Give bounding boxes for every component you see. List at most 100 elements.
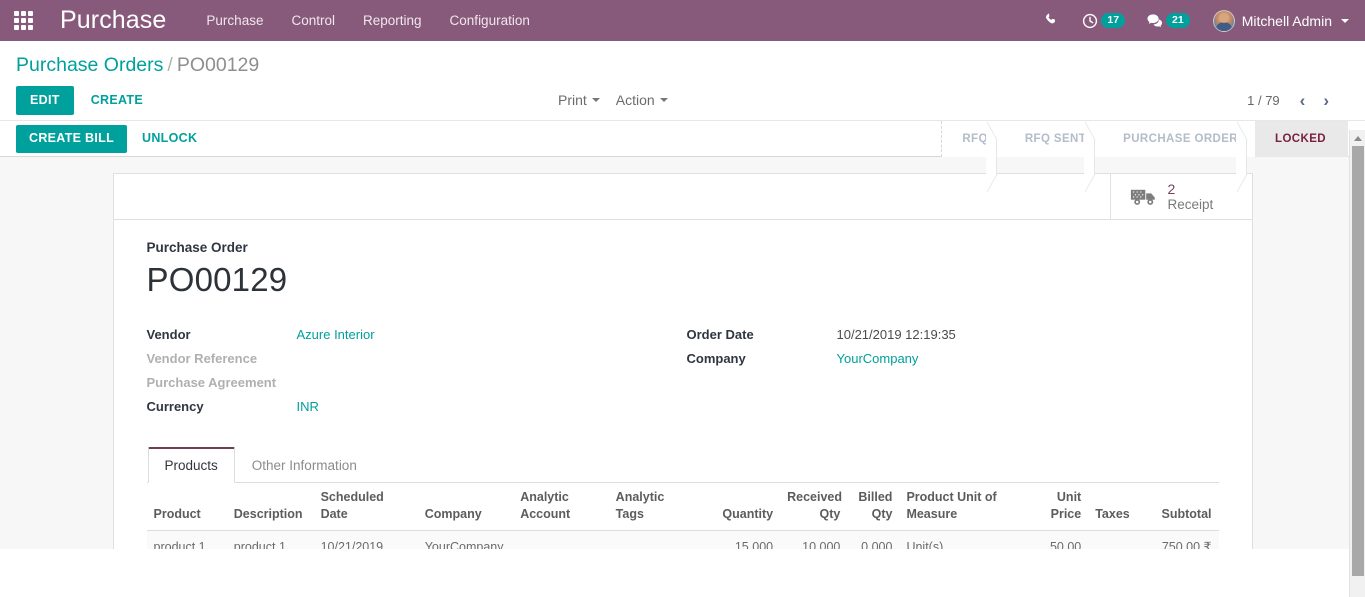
field-order-date: Order Date 10/21/2019 12:19:35 [687, 325, 1219, 349]
create-button[interactable]: CREATE [79, 86, 155, 115]
status-step-rfq[interactable]: RFQ [942, 121, 1005, 193]
control-panel-buttons: EDIT CREATE Print Action 1 / 79 ‹ › [16, 80, 1349, 120]
column-header-taxes: Taxes [1088, 483, 1141, 531]
form-title-label: Purchase Order [146, 240, 248, 255]
field-company: Company YourCompany [687, 349, 1219, 373]
messages-button[interactable]: 21 [1136, 0, 1201, 41]
tab-products[interactable]: Products [147, 447, 235, 483]
receipt-label: Receipt [1167, 196, 1214, 212]
phone-button[interactable] [1034, 0, 1071, 41]
menu-item-control[interactable]: Control [277, 0, 349, 41]
field-label-order-date: Order Date [686, 327, 754, 342]
cell-subtotal: 750.00 ₹ [1140, 530, 1219, 549]
edit-button[interactable]: EDIT [16, 85, 74, 115]
create-bill-button[interactable]: CREATE BILL [16, 124, 128, 153]
field-purchase-agreement: Purchase Agreement [147, 373, 683, 397]
column-header-company: Company [417, 483, 514, 531]
control-panel: Purchase Orders / PO00129 EDIT CREATE Prin… [0, 41, 1365, 120]
unlock-button[interactable]: UNLOCK [132, 126, 207, 152]
pager: 1 / 79 ‹ › [1247, 90, 1337, 111]
truck-icon [1130, 189, 1155, 205]
field-label-purchase-agreement: Purchase Agreement [146, 375, 277, 390]
avatar [1212, 9, 1235, 32]
receipt-stat-button[interactable]: 2 Receipt [1109, 174, 1252, 219]
top-navbar: Purchase Purchase Control Reporting Conf… [0, 0, 1365, 41]
field-label-currency: Currency [146, 399, 204, 414]
navbar-right-tools: 17 21 Mitchell Admin [1034, 0, 1359, 41]
field-label-vendor: Vendor [146, 327, 191, 342]
pager-previous-button[interactable]: ‹ [1292, 90, 1314, 111]
column-header-description: Description [226, 483, 314, 531]
field-value-order-date[interactable]: 10/21/2019 12:19:35 [837, 325, 956, 345]
menu-item-purchase[interactable]: Purchase [192, 0, 277, 41]
form-field-groups: Vendor Azure Interior Vendor Reference P… [147, 325, 1219, 421]
chevron-up-icon [1353, 135, 1362, 141]
vertical-scrollbar[interactable] [1349, 130, 1365, 597]
status-ribbon: RFQ RFQ SENT PURCHASE ORDER LOCKED [941, 121, 1348, 193]
apps-grid-icon [13, 11, 33, 30]
action-label: Action [615, 92, 655, 108]
form-sheet-body: Purchase Order PO00129 Vendor Azure Inte… [114, 220, 1252, 549]
table-header-row: Product Description Scheduled Date Compa… [146, 483, 1219, 531]
column-header-analytic-tags: Analytic Tags [608, 483, 696, 531]
clock-activity-icon [1083, 13, 1098, 28]
field-label-vendor-reference: Vendor Reference [146, 351, 258, 366]
cell-analytic-tags [608, 530, 696, 549]
status-step-purchase-order[interactable]: PURCHASE ORDER [1103, 121, 1256, 193]
column-header-subtotal: Subtotal [1140, 483, 1219, 531]
chevron-down-icon [1341, 18, 1349, 23]
field-vendor: Vendor Azure Interior [147, 325, 683, 349]
print-label: Print [558, 92, 587, 108]
apps-menu-button[interactable] [0, 0, 46, 41]
menu-item-configuration[interactable]: Configuration [436, 0, 544, 41]
status-step-rfq-sent[interactable]: RFQ SENT [1004, 121, 1104, 193]
field-label-company: Company [686, 351, 746, 366]
menu-item-reporting[interactable]: Reporting [349, 0, 436, 41]
scroll-up-arrow[interactable] [1350, 130, 1365, 146]
field-vendor-reference: Vendor Reference [147, 349, 683, 373]
statusbar: CREATE BILL UNLOCK RFQ RFQ SENT PURCHASE… [0, 120, 1365, 193]
form-group-left: Vendor Azure Interior Vendor Reference P… [147, 325, 683, 421]
receipt-stat-text: 2 Receipt [1167, 180, 1214, 212]
field-value-company[interactable]: YourCompany [837, 349, 919, 369]
control-panel-dropdowns: Print Action [556, 89, 670, 111]
receipt-count: 2 [1167, 180, 1176, 197]
column-header-product: Product [146, 483, 227, 531]
status-step-locked[interactable]: LOCKED [1255, 121, 1348, 157]
cell-unit-price: 50.00 [1020, 530, 1089, 549]
cell-product: product 1 [146, 530, 227, 549]
purchase-order-form: 2 Receipt Purchase Order PO00129 Vendor … [0, 157, 1365, 549]
print-dropdown[interactable]: Print [556, 89, 602, 111]
cell-quantity: 15.000 [695, 530, 781, 549]
cell-description: product 1 [226, 530, 314, 549]
scrollbar-thumb[interactable] [1352, 146, 1364, 576]
table-row[interactable]: product 1 product 1 10/21/2019 12:19:35 … [146, 530, 1219, 549]
column-header-billed-qty: Billed Qty [847, 483, 900, 531]
pager-next-button[interactable]: › [1315, 90, 1337, 111]
breadcrumb-item-current: PO00129 [176, 54, 260, 76]
cell-company: YourCompany [417, 530, 514, 549]
column-header-uom: Product Unit of Measure [899, 483, 1021, 531]
column-header-analytic-account: Analytic Account [513, 483, 609, 531]
column-header-unit-price: Unit Price [1020, 483, 1089, 531]
breadcrumb-separator: / [167, 54, 173, 76]
breadcrumb-item-purchase-orders[interactable]: Purchase Orders [16, 54, 163, 76]
cell-received-qty: 10.000 [780, 530, 848, 549]
form-content-area: 2 Receipt Purchase Order PO00129 Vendor … [0, 157, 1365, 549]
cell-analytic-account [513, 530, 609, 549]
chat-bubble-icon [1147, 14, 1163, 27]
form-group-right: Order Date 10/21/2019 12:19:35 Company Y… [683, 325, 1219, 421]
cell-billed-qty: 0.000 [847, 530, 900, 549]
breadcrumb: Purchase Orders / PO00129 [16, 41, 1349, 80]
action-dropdown[interactable]: Action [614, 89, 670, 111]
user-name-label: Mitchell Admin [1241, 12, 1332, 29]
chevron-down-icon [591, 98, 600, 102]
cell-taxes [1088, 530, 1141, 549]
app-brand-title: Purchase [60, 6, 167, 34]
user-menu-button[interactable]: Mitchell Admin [1201, 0, 1359, 41]
field-value-vendor[interactable]: Azure Interior [297, 325, 375, 345]
column-header-received-qty: Received Qty [780, 483, 848, 531]
field-value-currency[interactable]: INR [297, 397, 319, 417]
activities-button[interactable]: 17 [1071, 0, 1136, 41]
tab-other-information[interactable]: Other Information [235, 447, 374, 483]
